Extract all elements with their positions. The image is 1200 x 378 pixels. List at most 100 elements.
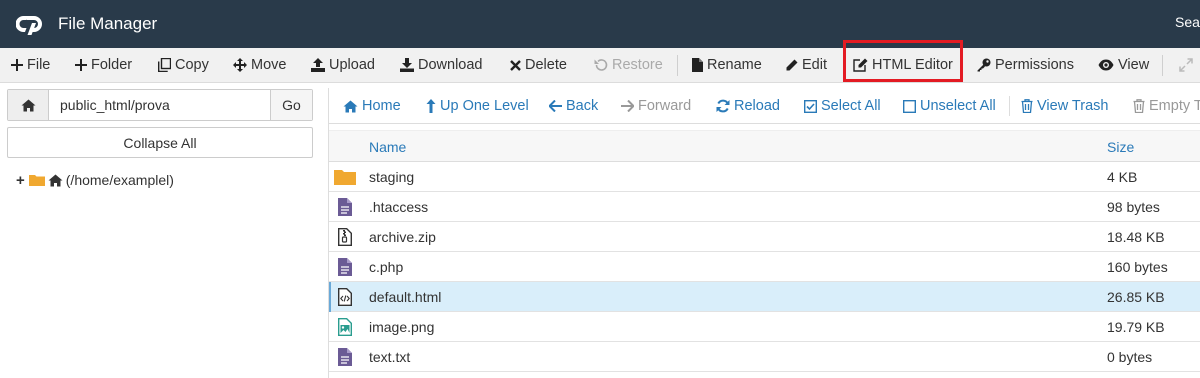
toolbar: File Folder Copy Move Upload Download De… [0, 48, 1200, 83]
file-name: archive.zip [369, 229, 436, 245]
arrow-right-icon [621, 100, 634, 112]
copy-label: Copy [175, 57, 209, 73]
refresh-icon [716, 99, 730, 113]
header-search-label[interactable]: Sear [1175, 14, 1200, 30]
edit-square-icon [853, 58, 868, 72]
key-icon [977, 58, 991, 72]
file-name: .htaccess [369, 199, 429, 215]
delete-button[interactable]: Delete [510, 48, 567, 82]
folder-icon [28, 175, 45, 186]
table-row-selected[interactable]: default.html 26.85 KB [329, 282, 1200, 312]
edit-button[interactable]: Edit [785, 48, 827, 82]
app-header: File Manager Sear [0, 0, 1200, 48]
selection-marker [329, 282, 331, 312]
reload-label: Reload [734, 98, 780, 114]
column-header-name[interactable]: Name [369, 139, 406, 155]
select-all-label: Select All [821, 98, 881, 114]
copy-button[interactable]: Copy [158, 48, 209, 82]
app-title: File Manager [58, 14, 158, 33]
move-icon [233, 58, 247, 72]
cpanel-logo-icon [16, 16, 42, 35]
toolbar-divider [677, 55, 678, 76]
file-size: 160 bytes [1107, 259, 1168, 275]
plus-icon [75, 59, 87, 71]
permissions-button[interactable]: Permissions [977, 48, 1074, 82]
undo-icon [594, 59, 608, 71]
path-input[interactable] [49, 90, 271, 120]
navigation-bar: Home Up One Level Back Forward Reload Se… [329, 88, 1200, 124]
arrow-left-icon [549, 100, 562, 112]
edit-label: Edit [802, 57, 827, 73]
download-label: Download [418, 57, 483, 73]
new-folder-label: Folder [91, 57, 133, 73]
forward-button[interactable]: Forward [621, 88, 691, 124]
file-size: 4 KB [1107, 169, 1138, 185]
view-trash-button[interactable]: View Trash [1021, 88, 1108, 124]
home-label: Home [362, 98, 401, 114]
tree-root-item[interactable]: + (/home/examplel) [16, 170, 174, 190]
new-file-button[interactable]: File [11, 48, 50, 82]
table-row[interactable]: staging 4 KB [329, 162, 1200, 192]
unselect-all-button[interactable]: Unselect All [903, 88, 996, 124]
back-label: Back [566, 98, 599, 114]
file-table-header: Name Size [329, 130, 1200, 162]
text-file-icon [334, 197, 356, 217]
pencil-icon [786, 59, 798, 70]
expand-icon [1179, 58, 1193, 72]
upload-button[interactable]: Upload [311, 48, 375, 82]
up-one-level-label: Up One Level [440, 98, 529, 114]
file-size: 19.79 KB [1107, 319, 1165, 335]
back-button[interactable]: Back [549, 88, 598, 124]
table-row[interactable]: .htaccess 98 bytes [329, 192, 1200, 222]
plus-icon [11, 59, 23, 71]
table-row[interactable]: archive.zip 18.48 KB [329, 222, 1200, 252]
upload-label: Upload [329, 57, 375, 73]
move-button[interactable]: Move [233, 48, 286, 82]
view-button[interactable]: View [1098, 48, 1149, 82]
file-name: staging [369, 169, 415, 185]
home-button[interactable]: Home [343, 88, 401, 124]
navbar-divider [1009, 96, 1010, 116]
table-row[interactable]: text.txt 0 bytes [329, 342, 1200, 372]
download-button[interactable]: Download [400, 48, 483, 82]
select-all-button[interactable]: Select All [804, 88, 881, 124]
checkbox-checked-icon [804, 99, 817, 113]
up-one-level-button[interactable]: Up One Level [426, 88, 529, 124]
file-name: text.txt [369, 349, 411, 365]
collapse-all-button[interactable]: Collapse All [7, 127, 313, 158]
download-icon [400, 58, 414, 72]
file-name: image.png [369, 319, 435, 335]
delete-label: Delete [525, 57, 567, 73]
upload-icon [311, 58, 325, 72]
new-folder-button[interactable]: Folder [75, 48, 132, 82]
home-icon [48, 174, 63, 186]
zip-file-icon [334, 227, 356, 247]
table-row[interactable]: image.png 19.79 KB [329, 312, 1200, 342]
column-header-size[interactable]: Size [1107, 139, 1134, 155]
table-row[interactable]: c.php 160 bytes [329, 252, 1200, 282]
html-editor-button[interactable]: HTML Editor [853, 48, 953, 82]
view-label: View [1118, 57, 1150, 73]
rename-button[interactable]: Rename [692, 48, 762, 82]
go-button[interactable]: Go [270, 90, 312, 120]
file-name: default.html [369, 289, 442, 305]
level-up-icon [426, 99, 436, 113]
close-icon [510, 59, 521, 71]
restore-button[interactable]: Restore [594, 48, 663, 82]
image-file-icon [334, 317, 356, 337]
empty-trash-button[interactable]: Empty T [1133, 88, 1200, 124]
expand-button[interactable] [1179, 48, 1193, 82]
path-home-button[interactable] [8, 90, 49, 120]
home-icon [21, 99, 35, 111]
checkbox-empty-icon [903, 99, 916, 113]
file-size: 0 bytes [1107, 349, 1153, 365]
reload-button[interactable]: Reload [716, 88, 780, 124]
file-size: 98 bytes [1107, 199, 1160, 215]
home-icon [343, 100, 358, 112]
toolbar-divider [1162, 55, 1163, 76]
file-icon [692, 58, 703, 72]
restore-label: Restore [612, 57, 663, 73]
html-file-icon [334, 287, 356, 307]
trash-icon [1021, 99, 1033, 113]
expand-plus-icon[interactable]: + [16, 172, 25, 189]
